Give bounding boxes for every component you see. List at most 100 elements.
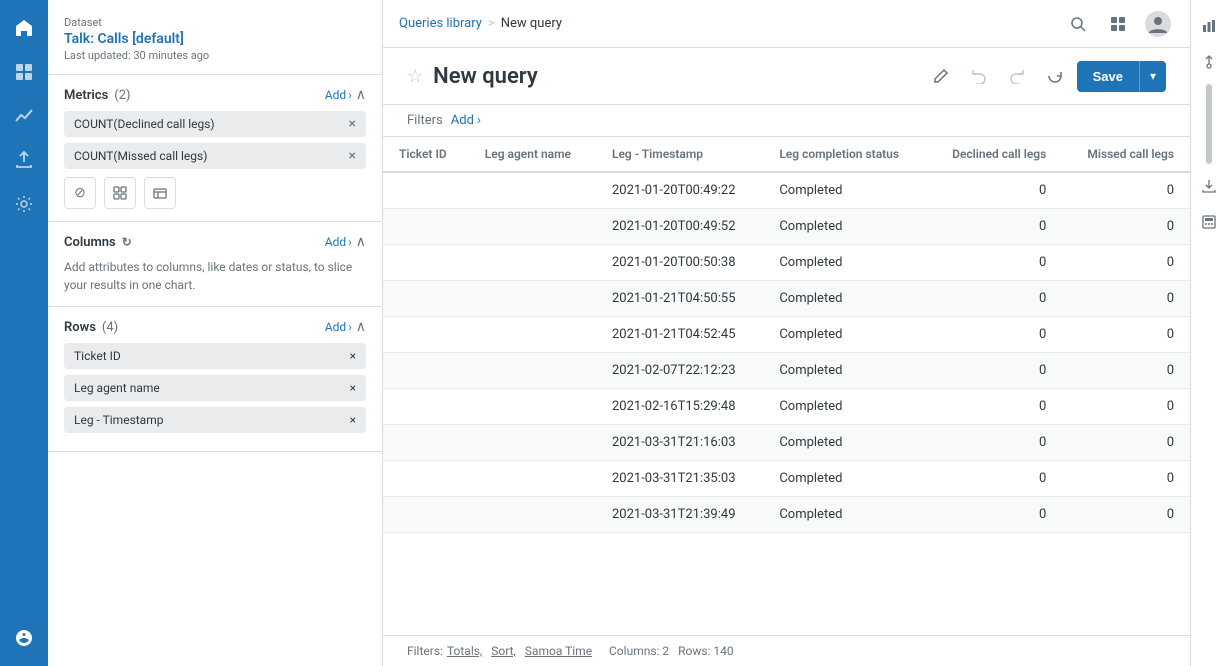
table-footer: Filters: Totals, Sort, Samoa Time Column… <box>383 635 1190 666</box>
breadcrumb-current: New query <box>501 16 562 31</box>
metric-tag-2[interactable]: COUNT(Missed call legs) × <box>64 143 366 169</box>
row-tag-leg-timestamp-remove[interactable]: × <box>350 413 356 427</box>
metrics-section: Metrics (2) Add › ∧ COUNT(Declined call … <box>48 75 382 222</box>
table-container: Ticket ID Leg agent name Leg - Timestamp… <box>383 137 1190 635</box>
save-dropdown-button[interactable]: ▾ <box>1139 61 1166 92</box>
columns-collapse-btn[interactable]: ∧ <box>356 234 366 250</box>
footer-columns: Columns: 2 Rows: 140 <box>609 644 734 658</box>
table-body: 2021-01-20T00:49:22Completed002021-01-20… <box>383 172 1190 533</box>
columns-header: Columns ↻ Add › ∧ <box>64 234 366 250</box>
metric-tag-1-remove[interactable]: × <box>349 117 356 131</box>
row-tag-leg-agent-remove[interactable]: × <box>350 381 356 395</box>
edit-icon-btn[interactable] <box>925 60 957 92</box>
results-table: Ticket ID Leg agent name Leg - Timestamp… <box>383 137 1190 533</box>
filters-add[interactable]: Add › <box>451 113 481 128</box>
top-bar-left: Queries library > New query <box>399 16 1050 31</box>
main-content: Queries library > New query <box>383 0 1190 666</box>
columns-actions: Add › ∧ <box>325 234 366 250</box>
rail-chart-icon[interactable] <box>1195 12 1223 40</box>
query-header: ☆ New query <box>383 48 1190 105</box>
save-button[interactable]: Save <box>1077 61 1139 92</box>
query-title: New query <box>433 64 538 89</box>
row-tag-leg-agent[interactable]: Leg agent name × <box>64 375 366 401</box>
columns-hint: Add attributes to columns, like dates or… <box>64 258 366 294</box>
nav-zendesk-icon[interactable] <box>4 618 44 658</box>
metrics-title: Metrics (2) <box>64 88 131 103</box>
table-area: Ticket ID Leg agent name Leg - Timestamp… <box>383 137 1190 666</box>
breadcrumb-separator: > <box>488 16 495 31</box>
rows-section: Rows (4) Add › ∧ Ticket ID × Leg agent n… <box>48 307 382 452</box>
dataset-title[interactable]: Talk: Calls [default] <box>64 31 366 47</box>
dataset-info: Dataset Talk: Calls [default] Last updat… <box>48 0 382 75</box>
footer-filters-values: Totals, Sort, Samoa Time <box>447 644 592 658</box>
col-ticket-id: Ticket ID <box>383 137 469 172</box>
nav-dashboard-icon[interactable] <box>4 52 44 92</box>
query-actions: Save ▾ <box>925 60 1166 92</box>
scrollbar-thumb[interactable] <box>1206 84 1212 164</box>
col-missed-call-legs: Missed call legs <box>1062 137 1190 172</box>
nav-analytics-icon[interactable] <box>4 96 44 136</box>
col-leg-completion-status: Leg completion status <box>763 137 926 172</box>
filter-icon-btn[interactable]: ⊘ <box>64 177 96 209</box>
table-icon-btn[interactable] <box>144 177 176 209</box>
redo-icon-btn[interactable] <box>1001 60 1033 92</box>
filters-bar: Filters Add › <box>383 105 1190 137</box>
metric-tag-2-remove[interactable]: × <box>349 149 356 163</box>
user-avatar-btn[interactable] <box>1142 8 1174 40</box>
table-row: 2021-02-16T15:29:48Completed00 <box>383 389 1190 425</box>
metric-icons: ⊘ <box>64 177 366 209</box>
filters-label: Filters <box>407 113 443 128</box>
undo-icon-btn[interactable] <box>963 60 995 92</box>
rail-download-icon[interactable] <box>1195 172 1223 200</box>
refresh-icon-btn[interactable] <box>1039 60 1071 92</box>
metric-tag-1[interactable]: COUNT(Declined call legs) × <box>64 111 366 137</box>
metrics-add-link[interactable]: Add › <box>325 88 352 102</box>
aggregate-icon-btn[interactable] <box>104 177 136 209</box>
nav-upload-icon[interactable] <box>4 140 44 180</box>
col-leg-agent-name: Leg agent name <box>469 137 596 172</box>
left-navigation <box>0 0 48 666</box>
footer-totals-link[interactable]: Totals, <box>447 644 482 658</box>
table-row: 2021-02-07T22:12:23Completed00 <box>383 353 1190 389</box>
right-rail <box>1190 0 1226 666</box>
rail-paint-icon[interactable] <box>1195 48 1223 76</box>
rows-title: Rows (4) <box>64 320 118 335</box>
dataset-updated: Last updated: 30 minutes ago <box>64 49 366 62</box>
table-row: 2021-03-31T21:16:03Completed00 <box>383 425 1190 461</box>
nav-settings-icon[interactable] <box>4 184 44 224</box>
rows-collapse-btn[interactable]: ∧ <box>356 319 366 335</box>
col-declined-call-legs: Declined call legs <box>927 137 1063 172</box>
col-leg-timestamp: Leg - Timestamp <box>596 137 763 172</box>
metrics-header: Metrics (2) Add › ∧ <box>64 87 366 103</box>
rail-calculator-icon[interactable] <box>1195 208 1223 236</box>
footer-filters-prefix: Filters: <box>407 644 443 658</box>
breadcrumb: Queries library > New query <box>399 16 562 31</box>
rows-add-link[interactable]: Add › <box>325 320 352 334</box>
table-row: 2021-03-31T21:35:03Completed00 <box>383 461 1190 497</box>
favorite-star-icon[interactable]: ☆ <box>407 66 423 87</box>
scrollbar-area <box>1191 84 1226 164</box>
row-tag-ticket-id[interactable]: Ticket ID × <box>64 343 366 369</box>
nav-home-icon[interactable] <box>4 8 44 48</box>
footer-timezone-link[interactable]: Samoa Time <box>525 644 592 658</box>
table-row: 2021-01-20T00:50:38Completed00 <box>383 245 1190 281</box>
top-bar: Queries library > New query <box>383 0 1190 48</box>
rows-header: Rows (4) Add › ∧ <box>64 319 366 335</box>
grid-icon-btn[interactable] <box>1102 8 1134 40</box>
footer-sort-link[interactable]: Sort, <box>491 644 516 658</box>
row-tag-leg-timestamp[interactable]: Leg - Timestamp × <box>64 407 366 433</box>
columns-title: Columns ↻ <box>64 235 132 250</box>
breadcrumb-library[interactable]: Queries library <box>399 16 482 31</box>
table-header-row: Ticket ID Leg agent name Leg - Timestamp… <box>383 137 1190 172</box>
save-group: Save ▾ <box>1077 61 1166 92</box>
table-row: 2021-01-20T00:49:22Completed00 <box>383 172 1190 209</box>
query-title-area: ☆ New query <box>407 64 538 89</box>
columns-add-link[interactable]: Add › <box>325 235 352 249</box>
row-tag-ticket-id-remove[interactable]: × <box>350 349 356 363</box>
metrics-collapse-btn[interactable]: ∧ <box>356 87 366 103</box>
table-row: 2021-01-20T00:49:52Completed00 <box>383 209 1190 245</box>
rows-actions: Add › ∧ <box>325 319 366 335</box>
search-icon-btn[interactable] <box>1062 8 1094 40</box>
table-row: 2021-03-31T21:39:49Completed00 <box>383 497 1190 533</box>
table-row: 2021-01-21T04:50:55Completed00 <box>383 281 1190 317</box>
